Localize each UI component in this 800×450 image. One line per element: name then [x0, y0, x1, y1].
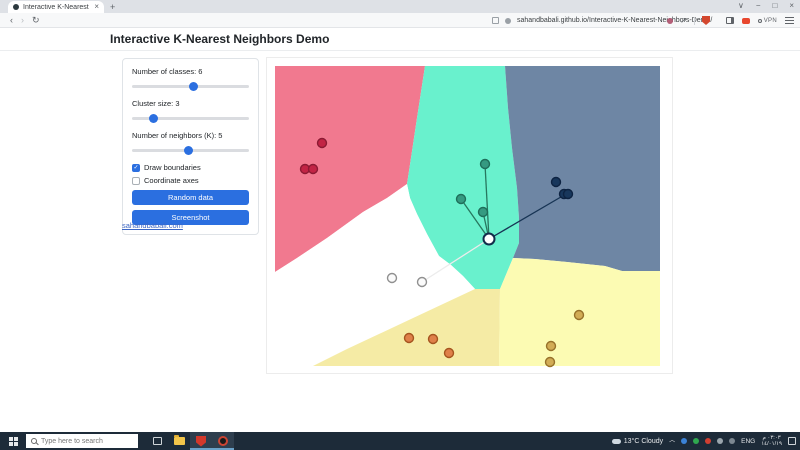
browser-app-icon [218, 436, 228, 446]
system-tray: 13°C Cloudy ︿ ENG ٠٣:٠٣ م ١٤/٠١/١٩ [612, 432, 796, 450]
search-icon [31, 438, 37, 444]
reload-button-icon[interactable]: ↻ [32, 16, 40, 25]
clock-date: ١٤/٠١/١٩ [761, 441, 782, 447]
sync-tray-icon[interactable] [693, 438, 699, 444]
extension-icon[interactable] [667, 18, 673, 24]
classes-slider-label: Number of classes: 6 [132, 67, 249, 76]
slider-thumb[interactable] [184, 146, 193, 155]
start-button[interactable] [0, 432, 26, 450]
header-divider [0, 50, 800, 51]
checkbox-box[interactable]: ✓ [132, 177, 140, 185]
volume-icon[interactable] [729, 438, 735, 444]
page-title: Interactive K-Nearest Neighbors Demo [110, 32, 329, 46]
wallet-icon[interactable] [742, 18, 750, 24]
tab-title: Interactive K-Nearest Neighbo... [23, 4, 90, 11]
test-point[interactable] [484, 234, 495, 245]
tan-data-point[interactable] [546, 358, 555, 367]
browser-window: Interactive K-Nearest Neighbo... × + ∨ −… [0, 0, 800, 450]
red-data-point[interactable] [309, 165, 318, 174]
window-minimize-icon[interactable]: − [756, 2, 761, 10]
weather-widget[interactable]: 13°C Cloudy [612, 438, 663, 445]
tan-data-point[interactable] [575, 311, 584, 320]
browser-toolbar: ‹ › ↻ sahandbabali.github.io/Interactive… [0, 13, 800, 28]
teal-data-point[interactable] [479, 208, 488, 217]
web-page: Interactive K-Nearest Neighbors Demo Num… [0, 28, 800, 432]
teal-data-point[interactable] [457, 195, 466, 204]
language-indicator[interactable]: ENG [741, 438, 755, 445]
onedrive-icon[interactable] [681, 438, 687, 444]
controls-panel: Number of classes: 6 Cluster size: 3 Num… [122, 58, 259, 235]
action-center-icon[interactable] [788, 437, 796, 445]
adblock-shield-icon[interactable] [702, 16, 710, 25]
navy-region [505, 66, 660, 271]
security-tray-icon[interactable] [705, 438, 711, 444]
file-explorer-button[interactable] [168, 432, 190, 450]
slider-thumb[interactable] [189, 82, 198, 91]
random-data-button[interactable]: Random data [132, 190, 249, 205]
folder-icon [174, 437, 185, 445]
browser-tab[interactable]: Interactive K-Nearest Neighbo... × [8, 1, 104, 13]
clock[interactable]: ٠٣:٠٣ م ١٤/٠١/١٩ [761, 435, 782, 448]
cloud-icon [612, 439, 621, 444]
neighbors-slider[interactable] [132, 146, 249, 155]
back-button-icon[interactable]: ‹ [10, 16, 13, 25]
checkbox-box[interactable]: ✓ [132, 164, 140, 172]
check-icon: ✓ [133, 165, 138, 171]
window-more-icon[interactable]: ∨ [738, 2, 744, 10]
knn-canvas[interactable] [266, 57, 673, 374]
toolbar-divider [694, 17, 695, 25]
menu-icon[interactable] [785, 20, 794, 22]
tray-expand-icon[interactable]: ︿ [669, 438, 675, 444]
browser-app-button[interactable] [212, 432, 234, 450]
navy-data-point[interactable] [552, 178, 561, 187]
taskbar-search[interactable]: Type here to search [26, 434, 138, 448]
orange-data-point[interactable] [405, 334, 414, 343]
tab-close-icon[interactable]: × [94, 3, 99, 11]
teal-data-point[interactable] [481, 160, 490, 169]
taskbar: Type here to search 13°C Cloudy ︿ ENG ٠٣… [0, 432, 800, 450]
task-view-icon [153, 437, 162, 445]
window-maximize-icon[interactable]: □ [772, 2, 777, 10]
tab-favicon-icon [13, 4, 19, 10]
orange-data-point[interactable] [429, 335, 438, 344]
orange-data-point[interactable] [445, 349, 454, 358]
draw-boundaries-checkbox[interactable]: ✓ Draw boundaries [132, 163, 249, 172]
vpn-badge[interactable]: VPN [758, 18, 777, 24]
navy-data-point[interactable] [564, 190, 573, 199]
antivirus-app-button[interactable] [190, 432, 212, 450]
classes-slider[interactable] [132, 82, 249, 91]
window-close-icon[interactable]: × [789, 2, 794, 10]
red-data-point[interactable] [318, 139, 327, 148]
window-controls: ∨ − □ × [738, 0, 794, 12]
windows-logo-icon [9, 437, 18, 446]
page-icon[interactable] [492, 17, 499, 24]
cluster-size-slider-label: Cluster size: 3 [132, 99, 249, 108]
white-data-point[interactable] [388, 274, 397, 283]
neighbors-slider-label: Number of neighbors (K): 5 [132, 131, 249, 140]
knn-visualization[interactable] [267, 58, 674, 375]
tan-data-point[interactable] [547, 342, 556, 351]
search-placeholder: Type here to search [41, 438, 103, 445]
forward-button-icon: › [21, 16, 24, 25]
author-link[interactable]: sahandbabali.com [122, 221, 183, 230]
tab-bar: Interactive K-Nearest Neighbo... × + ∨ −… [0, 0, 800, 13]
share-icon[interactable]: ↗ [680, 17, 687, 25]
vpn-status-icon [758, 19, 762, 23]
task-view-button[interactable] [146, 432, 168, 450]
coordinate-axes-checkbox[interactable]: ✓ Coordinate axes [132, 176, 249, 185]
slider-thumb[interactable] [149, 114, 158, 123]
red-shield-icon [196, 436, 206, 447]
new-tab-button[interactable]: + [110, 1, 115, 13]
white-data-point[interactable] [418, 278, 427, 287]
usb-tray-icon[interactable] [717, 438, 723, 444]
site-badge-icon[interactable] [505, 18, 511, 24]
cluster-size-slider[interactable] [132, 114, 249, 123]
sidebar-toggle-icon[interactable] [726, 17, 734, 24]
